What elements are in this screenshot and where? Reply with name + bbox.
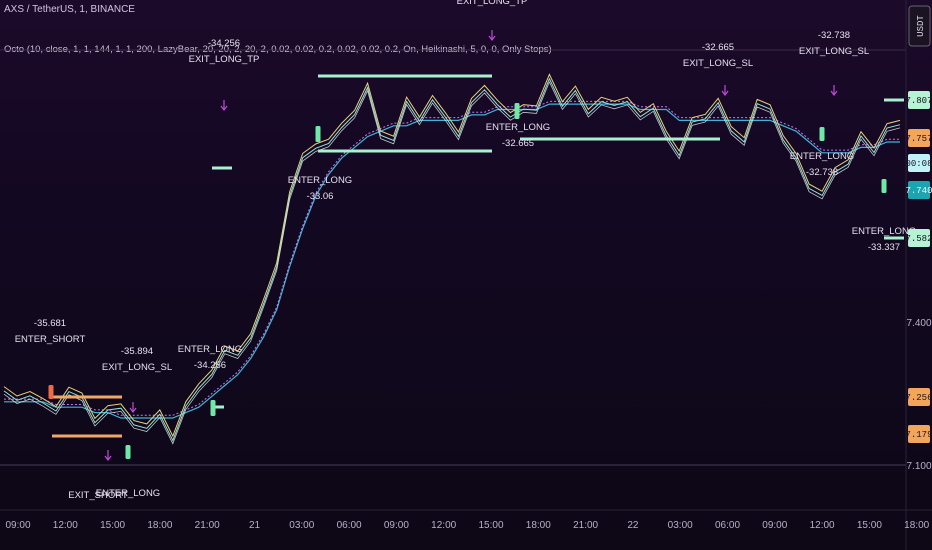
x-tick-label: 18:00 [147, 520, 172, 531]
x-tick-label: 12:00 [53, 520, 78, 531]
currency-button-label: USDT [916, 15, 926, 37]
x-tick-label: 21:00 [573, 520, 598, 531]
annotation-label: EXIT_LONG_SL [799, 46, 869, 57]
annotation-label: -34.256 [194, 360, 226, 371]
enter-long-marker[interactable] [125, 445, 131, 459]
annotation-label: ENTER_LONG [178, 344, 242, 355]
x-tick-label: 09:00 [384, 520, 409, 531]
price-badge-value: 7.807 [905, 96, 932, 106]
y-tick-label: 7.400 [906, 318, 931, 329]
x-tick-label: 12:00 [810, 520, 835, 531]
x-tick-label: 21 [249, 520, 261, 531]
x-tick-label: 03:00 [668, 520, 693, 531]
x-tick-label: 06:00 [337, 520, 362, 531]
x-tick-label: 12:00 [431, 520, 456, 531]
enter-short-marker[interactable] [48, 385, 54, 399]
x-tick-label: 15:00 [478, 520, 503, 531]
x-tick-label: 06:00 [715, 520, 740, 531]
x-tick-label: 09:00 [5, 520, 30, 531]
annotation-label: ENTER_LONG [486, 122, 550, 133]
annotation-label: -35.894 [121, 346, 153, 357]
annotation-label: ENTER_LONG [96, 488, 160, 499]
annotation-label: EXIT_LONG_SL [102, 362, 172, 373]
price-badge-value: 7.179 [905, 430, 932, 440]
x-tick-label: 03:00 [289, 520, 314, 531]
x-tick-label: 18:00 [526, 520, 551, 531]
y-tick-label: 7.100 [906, 461, 931, 472]
enter-long-marker[interactable] [819, 127, 825, 141]
price-badge-value: 7.582 [905, 234, 932, 244]
price-line [3, 81, 901, 445]
price-badge-value: 7.740 [905, 186, 932, 196]
annotation-label: ENTER_LONG [790, 151, 854, 162]
annotation-label: -32.738 [806, 167, 838, 178]
chart-stage: AXS / TetherUS, 1, BINANCE Octo (10, clo… [0, 0, 932, 550]
price-badge-value: 7.256 [905, 393, 932, 403]
annotation-label: EXIT_LONG_TP [189, 54, 260, 65]
annotation-label: -33.06 [307, 191, 334, 202]
annotation-label: -32.738 [818, 30, 850, 41]
enter-long-marker[interactable] [315, 126, 321, 142]
price-line [3, 73, 901, 438]
x-tick-label: 18:00 [904, 520, 929, 531]
price-badge-value: 7.757 [905, 134, 932, 144]
x-tick-label: 09:00 [762, 520, 787, 531]
enter-long-marker[interactable] [210, 400, 216, 416]
annotation-label: ENTER_SHORT [15, 334, 86, 345]
x-tick-label: 22 [627, 520, 639, 531]
annotation-label: ENTER_LONG [288, 175, 352, 186]
x-tick-label: 21:00 [195, 520, 220, 531]
enter-long-marker[interactable] [881, 179, 887, 193]
x-tick-label: 15:00 [857, 520, 882, 531]
price-chart[interactable]: 09:00 12:00 15:00 18:00 21:00 21 03:00 06:00 09:… [0, 0, 932, 550]
annotation-label: EXIT_LONG_SL [683, 58, 753, 69]
price-line [3, 77, 901, 442]
annotation-label: -33.337 [868, 242, 900, 253]
annotation-label: -32.665 [702, 42, 734, 53]
x-tick-label: 15:00 [100, 520, 125, 531]
annotation-label: -34.256 [208, 38, 240, 49]
enter-long-marker[interactable] [514, 103, 520, 119]
annotation-label: EXIT_LONG_TP [457, 0, 528, 7]
annotation-label: -35.681 [34, 318, 66, 329]
annotation-label: -32.665 [502, 138, 534, 149]
price-badge-value: 00:08 [905, 159, 932, 169]
